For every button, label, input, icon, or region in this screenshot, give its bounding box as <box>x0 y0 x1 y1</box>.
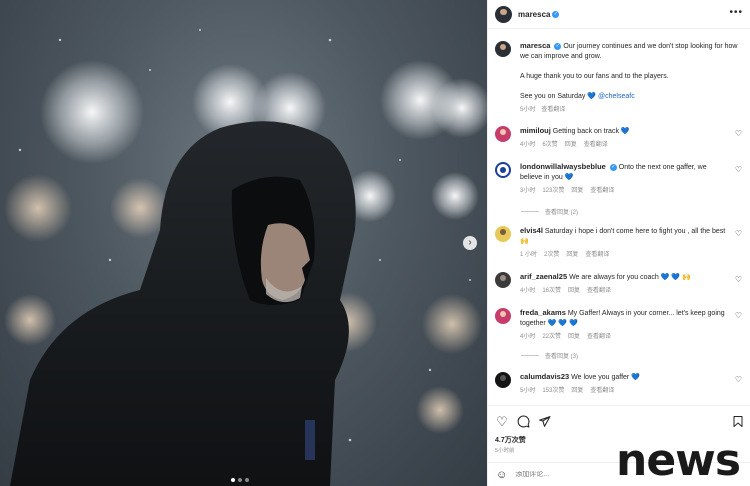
commenter-username[interactable]: arif_zaenal25 <box>520 272 567 281</box>
see-translation-link[interactable]: 查看翻译 <box>590 386 614 396</box>
comment-item: arif_zaenal25 We are always for you coac… <box>495 272 745 296</box>
post-header: maresca ✓ ••• <box>488 0 750 29</box>
comment-icon[interactable] <box>516 415 530 429</box>
comment-item: freda_akams My Gaffer! Always in your co… <box>495 308 745 342</box>
commenter-avatar[interactable] <box>495 308 511 324</box>
see-translation-link[interactable]: 查看翻译 <box>590 186 614 196</box>
comment-time: 5小时 <box>520 388 536 394</box>
heart-icon[interactable]: ♡ <box>735 275 742 284</box>
see-translation-link[interactable]: 查看翻译 <box>587 286 611 296</box>
commenter-avatar[interactable] <box>495 126 511 142</box>
commenter-username[interactable]: mimilouj <box>520 126 551 135</box>
next-photo-button[interactable]: › <box>463 236 477 250</box>
carousel-dots <box>231 478 249 482</box>
photo-art <box>4 29 487 486</box>
see-translation-link[interactable]: 查看翻译 <box>584 140 608 150</box>
author-avatar[interactable] <box>495 5 512 23</box>
commenter-avatar[interactable] <box>495 162 511 178</box>
carousel-dot <box>238 478 242 482</box>
mention-link[interactable]: @chelseafc <box>598 93 635 100</box>
reply-button[interactable]: 回复 <box>565 140 577 150</box>
comment-likes[interactable]: 2次赞 <box>544 250 559 260</box>
comment-text: We are always for you coach 💙 💙 🙌 <box>569 274 691 281</box>
verified-badge-icon: ✓ <box>609 163 617 171</box>
comment-time: 4小时 <box>520 288 536 294</box>
author-avatar[interactable] <box>495 41 511 57</box>
comment-time: 1 小时 <box>520 252 538 258</box>
blue-heart-emoji: 💙 <box>587 93 597 100</box>
reply-button[interactable]: 回复 <box>568 286 580 296</box>
heart-icon[interactable]: ♡ <box>495 415 509 429</box>
see-translation-link[interactable]: 查看翻译 <box>585 250 609 260</box>
heart-icon[interactable]: ♡ <box>735 375 742 384</box>
verified-badge-icon: ✓ <box>554 42 562 50</box>
comment-likes[interactable]: 153次赞 <box>542 386 564 396</box>
commenter-username[interactable]: freda_akams <box>520 308 566 317</box>
commenter-username[interactable]: londonwillalwaysbeblue <box>520 162 606 171</box>
see-translation-link[interactable]: 查看翻译 <box>541 105 565 115</box>
comment-item: londonwillalwaysbeblue ✓ Onto the next o… <box>495 162 745 196</box>
bookmark-icon[interactable] <box>731 415 745 429</box>
heart-icon[interactable]: ♡ <box>735 165 742 174</box>
chevron-right-icon: › <box>468 237 472 248</box>
post-side-panel: maresca ✓ ••• maresca ✓ Our journey cont… <box>487 0 750 486</box>
comment-item: mimilouj Getting back on track 💙 4小时 6次赞… <box>495 126 745 150</box>
paper-plane-icon[interactable] <box>537 415 551 429</box>
comment-time: 4小时 <box>520 142 536 148</box>
see-translation-link[interactable]: 查看翻译 <box>587 332 611 342</box>
reply-button[interactable]: 回复 <box>571 386 583 396</box>
commenter-avatar[interactable] <box>495 372 511 388</box>
heart-icon[interactable]: ♡ <box>735 129 742 138</box>
comment-text: Saturday i hope i don't come here to fig… <box>520 228 726 245</box>
commenter-username[interactable]: calumdavis23 <box>520 372 569 381</box>
view-replies-button[interactable]: 查看回复 (2) <box>521 207 578 216</box>
reply-button[interactable]: 回复 <box>568 332 580 342</box>
comment-likes[interactable]: 6次赞 <box>542 140 557 150</box>
caption-text: See you on Saturday <box>520 93 586 100</box>
caption-time: 5小时 <box>520 107 536 113</box>
commenter-username[interactable]: elvis4l <box>520 226 543 235</box>
smiley-icon[interactable]: ☺ <box>496 469 507 481</box>
verified-badge-icon: ✓ <box>552 10 560 18</box>
comment-time: 3小时 <box>520 188 536 194</box>
author-username[interactable]: maresca <box>518 10 550 19</box>
heart-icon[interactable]: ♡ <box>735 229 742 238</box>
caption-text: A huge thank you to our fans and to the … <box>520 73 669 80</box>
comment-likes[interactable]: 16次赞 <box>542 286 561 296</box>
reply-button[interactable]: 回复 <box>566 250 578 260</box>
comment-likes[interactable]: 123次赞 <box>542 186 564 196</box>
carousel-dot <box>231 478 235 482</box>
view-replies-label: 查看回复 (2) <box>545 210 579 216</box>
comment-text: We love you gaffer 💙 <box>571 374 640 381</box>
post-caption: maresca ✓ Our journey continues and we d… <box>495 41 745 115</box>
post-time: 5小时前 <box>495 448 515 454</box>
heart-icon[interactable]: ♡ <box>735 311 742 320</box>
comment-likes[interactable]: 22次赞 <box>542 332 561 342</box>
ellipsis-icon[interactable]: ••• <box>729 7 743 18</box>
caption-username[interactable]: maresca <box>520 41 550 50</box>
view-replies-button[interactable]: 查看回复 (3) <box>521 351 578 360</box>
caption-text: Our journey continues and we don't stop … <box>520 43 738 60</box>
view-replies-label: 查看回复 (3) <box>545 354 579 360</box>
post-photo[interactable]: › <box>0 0 487 486</box>
comment-time: 4小时 <box>520 334 536 340</box>
commenter-avatar[interactable] <box>495 226 511 242</box>
action-bar: ♡ <box>488 405 750 437</box>
comment-item: calumdavis23 We love you gaffer 💙 5小时 15… <box>495 372 745 396</box>
reply-button[interactable]: 回复 <box>571 186 583 196</box>
likes-count[interactable]: 4.7万次赞 <box>495 435 526 445</box>
commenter-avatar[interactable] <box>495 272 511 288</box>
comment-text: Getting back on track 💙 <box>552 128 630 135</box>
news-watermark: news <box>616 435 741 486</box>
comment-item: elvis4l Saturday i hope i don't come her… <box>495 226 745 260</box>
carousel-dot <box>245 478 249 482</box>
